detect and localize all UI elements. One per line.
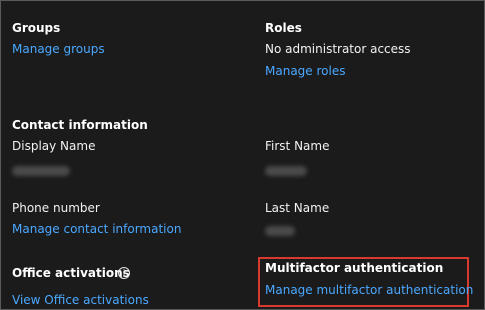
display-name-label: Display Name [12,139,96,153]
view-office-activations-link[interactable]: View Office activations [12,293,149,307]
mfa-heading: Multifactor authentication [265,261,444,275]
first-name-value-redacted [265,166,307,176]
display-name-value-redacted [12,166,70,176]
first-name-label: First Name [265,139,330,153]
office-activations-heading: Office activations [12,266,130,280]
contact-info-heading: Contact information [12,118,148,132]
phone-number-label: Phone number [12,201,100,215]
manage-groups-link[interactable]: Manage groups [12,42,105,56]
groups-heading: Groups [12,21,61,35]
info-icon[interactable]: i [118,267,130,279]
roles-heading: Roles [265,21,302,35]
last-name-label: Last Name [265,201,330,215]
roles-status: No administrator access [265,42,411,56]
manage-mfa-link[interactable]: Manage multifactor authentication [265,283,473,297]
manage-roles-link[interactable]: Manage roles [265,64,345,78]
last-name-value-redacted [265,226,295,236]
manage-contact-info-link[interactable]: Manage contact information [12,222,181,236]
